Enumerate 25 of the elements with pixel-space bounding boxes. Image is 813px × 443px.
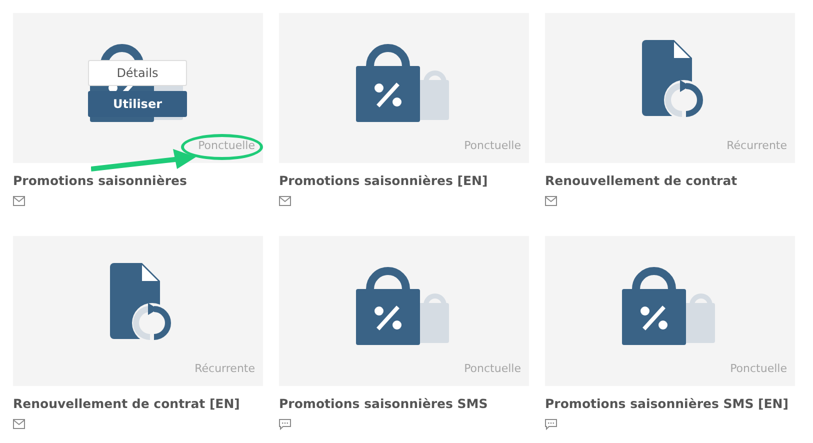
- envelope-icon: [13, 196, 25, 206]
- use-button[interactable]: Utiliser: [88, 91, 187, 117]
- frequency-label: Récurrente: [726, 138, 787, 154]
- template-title: Promotions saisonnières SMS: [279, 395, 489, 413]
- details-button[interactable]: Détails: [88, 60, 187, 86]
- frequency-label: Ponctuelle: [198, 138, 255, 154]
- template-title: Promotions saisonnières [EN]: [279, 172, 489, 190]
- chat-bubble-icon: [545, 418, 557, 430]
- envelope-icon: [545, 196, 557, 206]
- template-thumbnail[interactable]: Ponctuelle: [279, 13, 529, 163]
- template-title: Promotions saisonnières: [13, 172, 188, 190]
- frequency-label: Ponctuelle: [730, 360, 787, 376]
- template-thumbnail[interactable]: Ponctuelle: [279, 236, 529, 386]
- envelope-icon: [13, 418, 25, 429]
- template-thumbnail[interactable]: Récurrente: [545, 13, 795, 163]
- frequency-label: Ponctuelle: [464, 138, 521, 154]
- envelope-icon: [279, 196, 291, 206]
- template-thumbnail[interactable]: Ponctuelle: [545, 236, 795, 386]
- template-title: Renouvellement de contrat: [545, 172, 738, 190]
- template-title: Renouvellement de contrat [EN]: [13, 395, 241, 413]
- template-title: Promotions saisonnières SMS [EN]: [545, 395, 790, 413]
- frequency-label: Ponctuelle: [464, 360, 521, 376]
- chat-bubble-icon: [279, 418, 291, 430]
- frequency-label: Récurrente: [194, 360, 255, 376]
- template-thumbnail[interactable]: Récurrente: [13, 236, 263, 386]
